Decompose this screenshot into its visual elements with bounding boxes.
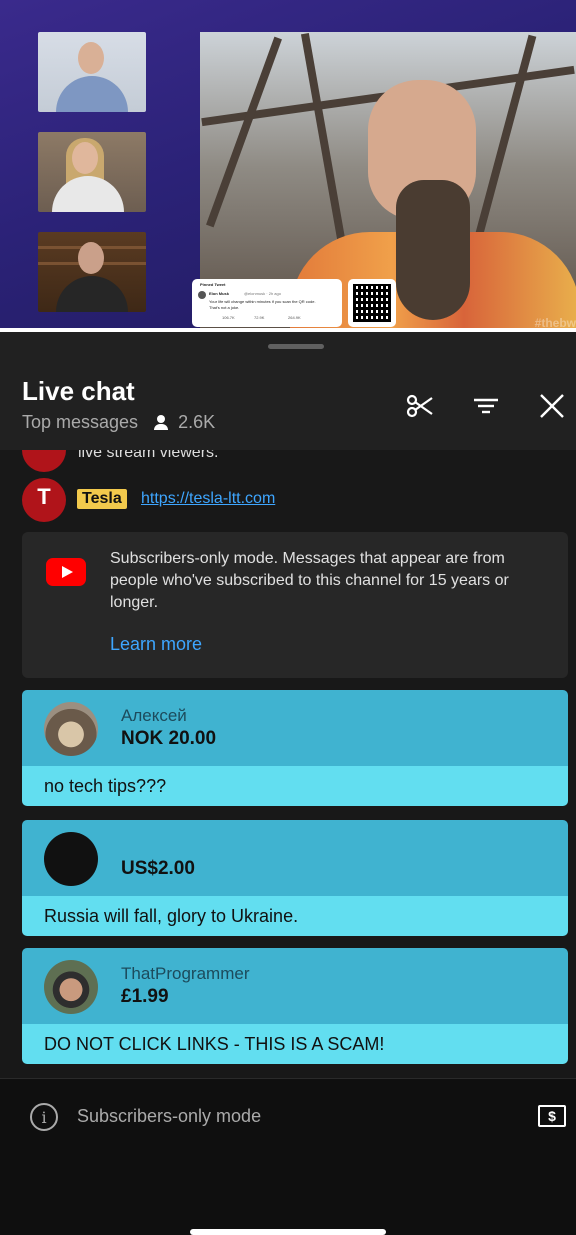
home-indicator[interactable] bbox=[190, 1229, 386, 1235]
tweet-author: Elon Musk bbox=[209, 291, 230, 296]
learn-more-link[interactable]: Learn more bbox=[110, 634, 202, 655]
chat-mode-selector[interactable]: Top messages 2.6K bbox=[22, 412, 215, 433]
chat-feed[interactable]: live stream viewers. T Tesla https://tes… bbox=[0, 450, 576, 1078]
avatar[interactable] bbox=[44, 832, 98, 886]
viewer-count: 2.6K bbox=[178, 412, 216, 432]
super-chat-message: DO NOT CLICK LINKS - THIS IS A SCAM! bbox=[22, 1024, 568, 1064]
participant-thumbnail-2 bbox=[38, 132, 146, 212]
video-player[interactable]: Pinned Tweet Elon Musk @elonmusk · 2h ag… bbox=[0, 0, 576, 332]
youtube-icon bbox=[46, 558, 86, 586]
tweet-retweets: 72.9K bbox=[254, 315, 265, 320]
super-chat-amount: £1.99 bbox=[121, 986, 169, 1007]
chat-mode-label: Top messages bbox=[22, 412, 139, 432]
close-icon[interactable] bbox=[538, 392, 566, 420]
super-chat-2[interactable]: US$2.00 Russia will fall, glory to Ukrai… bbox=[22, 820, 568, 936]
tesla-avatar: T bbox=[22, 478, 66, 522]
tweet-text-line2: That's not a joke. bbox=[209, 305, 240, 310]
chat-message-clipped: live stream viewers. bbox=[78, 450, 219, 461]
super-chat-author: ThatProgrammer bbox=[121, 964, 250, 983]
tweet-likes: 264.9K bbox=[288, 315, 301, 320]
chat-title: Live chat bbox=[22, 376, 135, 406]
qr-code bbox=[348, 279, 396, 327]
super-chat-amount: US$2.00 bbox=[121, 858, 195, 879]
tesla-message-link[interactable]: https://tesla-ltt.com bbox=[141, 490, 275, 508]
chat-footer: i Subscribers-only mode $ bbox=[0, 1078, 576, 1235]
subscribers-only-notice: Subscribers-only mode. Messages that app… bbox=[22, 532, 568, 678]
super-chat-message: no tech tips??? bbox=[22, 766, 568, 806]
subscribers-only-mode-label: Subscribers-only mode bbox=[77, 1106, 262, 1126]
tweet-replies: 106.7K bbox=[222, 315, 235, 320]
avatar[interactable] bbox=[44, 702, 98, 756]
pinned-tweet-card: Pinned Tweet Elon Musk @elonmusk · 2h ag… bbox=[192, 279, 342, 327]
person-icon bbox=[154, 414, 169, 431]
filter-icon[interactable] bbox=[472, 392, 500, 420]
participant-thumbnail-1 bbox=[38, 32, 146, 112]
pinned-tweet-header: Pinned Tweet bbox=[200, 282, 226, 287]
super-chat-message: Russia will fall, glory to Ukraine. bbox=[22, 896, 568, 936]
super-chat-3[interactable]: ThatProgrammer £1.99 DO NOT CLICK LINKS … bbox=[22, 948, 568, 1064]
tesla-author-badge[interactable]: Tesla bbox=[77, 489, 127, 509]
drag-handle[interactable] bbox=[268, 344, 324, 349]
info-icon[interactable]: i bbox=[30, 1103, 58, 1131]
super-chat-1[interactable]: Алексей NOK 20.00 no tech tips??? bbox=[22, 690, 568, 806]
chat-header: Live chat Top messages 2.6K bbox=[0, 332, 576, 450]
tesla-avatar-clipped bbox=[22, 450, 66, 472]
tweet-text-line1: Your life will change within minutes if … bbox=[209, 299, 316, 304]
live-chat-panel: Live chat Top messages 2.6K live stream … bbox=[0, 332, 576, 1235]
tweet-handle: @elonmusk · 2h ago bbox=[244, 291, 281, 296]
participant-thumbnail-3 bbox=[38, 232, 146, 312]
scissors-icon[interactable] bbox=[406, 392, 434, 420]
super-chat-author: Алексей bbox=[121, 706, 187, 725]
chat-message-tesla[interactable]: T Tesla https://tesla-ltt.com bbox=[0, 474, 576, 526]
tweet-author-avatar bbox=[198, 291, 206, 299]
super-chat-dollar-icon[interactable]: $ bbox=[538, 1105, 566, 1127]
notice-text: Subscribers-only mode. Messages that app… bbox=[110, 550, 509, 611]
super-chat-amount: NOK 20.00 bbox=[121, 728, 217, 749]
avatar[interactable] bbox=[44, 960, 98, 1014]
